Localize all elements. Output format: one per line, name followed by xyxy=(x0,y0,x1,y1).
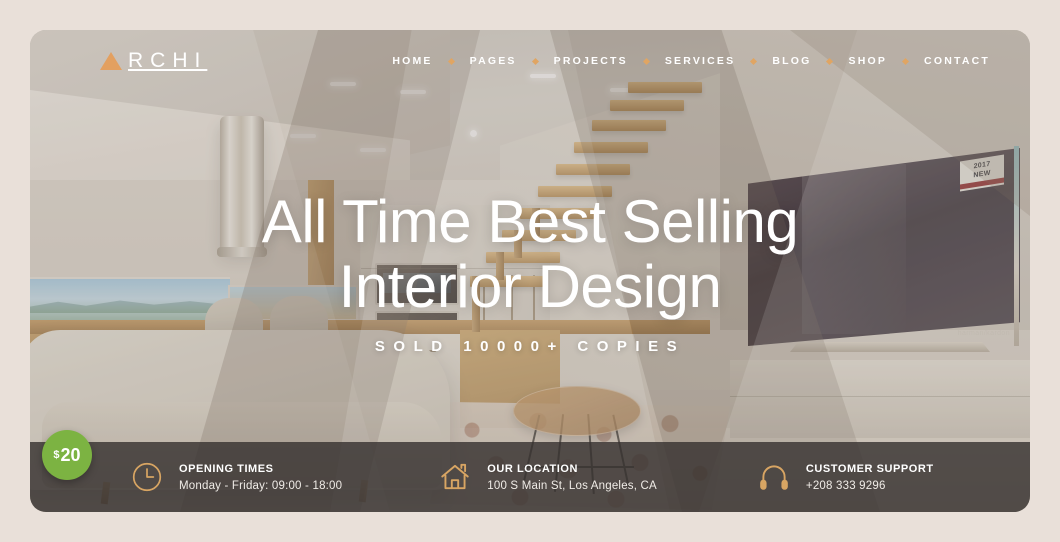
diamond-separator-icon xyxy=(447,57,455,65)
price-amount: 20 xyxy=(60,444,81,465)
ceiling-light xyxy=(290,134,316,138)
nav-item-blog[interactable]: BLOG xyxy=(772,55,811,67)
info-title-customer-support: CUSTOMER SUPPORT xyxy=(805,462,934,475)
info-bar: $20 OPENING TIMES Monday - Friday: 09:00… xyxy=(30,430,1030,512)
info-title-location: OUR LOCATION xyxy=(487,462,578,475)
hero-copy: All Time Best Selling Interior Design SO… xyxy=(30,188,1030,355)
hero-banner: 2017 NEW harman/kardon RCHI HOME PAGES P… xyxy=(30,30,1030,512)
hero-subtitle: SOLD 10000+ COPIES xyxy=(374,337,686,355)
info-text-opening-times: Monday - Friday: 09:00 - 18:00 xyxy=(179,479,343,492)
nav-item-home[interactable]: HOME xyxy=(392,55,432,67)
price-badge[interactable]: $20 xyxy=(42,430,92,480)
main-navigation: HOME PAGES PROJECTS SERVICES BLOG SHOP C… xyxy=(392,55,990,67)
headset-icon xyxy=(757,460,791,494)
home-icon xyxy=(438,460,472,494)
info-item-opening-times: OPENING TIMES Monday - Friday: 09:00 - 1… xyxy=(130,442,342,512)
hero-title-line-2: Interior Design xyxy=(338,252,722,320)
price-currency: $ xyxy=(53,449,60,461)
tv-sticker-year: 2017 xyxy=(973,160,991,171)
triangle-icon xyxy=(100,52,122,70)
nav-item-services[interactable]: SERVICES xyxy=(665,55,736,67)
diamond-separator-icon xyxy=(642,57,650,65)
nav-item-shop[interactable]: SHOP xyxy=(848,55,887,67)
media-console xyxy=(730,360,1030,438)
info-item-text-block: OUR LOCATION 100 S Main St, Los Angeles,… xyxy=(487,463,657,492)
hero-title: All Time Best Selling Interior Design xyxy=(30,188,1030,320)
info-item-text-block: CUSTOMER SUPPORT +208 333 9296 xyxy=(806,463,934,492)
coffee-table xyxy=(513,386,641,436)
nav-item-contact[interactable]: CONTACT xyxy=(924,55,990,67)
info-item-customer-support: CUSTOMER SUPPORT +208 333 9296 xyxy=(757,442,934,512)
nav-item-pages[interactable]: PAGES xyxy=(470,55,517,67)
info-text-customer-support: +208 333 9296 xyxy=(805,479,886,492)
info-item-location: OUR LOCATION 100 S Main St, Los Angeles,… xyxy=(438,442,657,512)
diamond-separator-icon xyxy=(750,57,758,65)
page-root: 2017 NEW harman/kardon RCHI HOME PAGES P… xyxy=(0,0,1060,542)
site-header: RCHI HOME PAGES PROJECTS SERVICES BLOG S… xyxy=(30,30,1030,92)
info-item-text-block: OPENING TIMES Monday - Friday: 09:00 - 1… xyxy=(179,463,342,492)
info-text-location: 100 S Main St, Los Angeles, CA xyxy=(487,479,657,492)
diamond-separator-icon xyxy=(902,57,910,65)
diamond-separator-icon xyxy=(531,57,539,65)
site-logo[interactable]: RCHI xyxy=(100,49,207,73)
ceiling-light xyxy=(360,148,386,152)
info-title-opening-times: OPENING TIMES xyxy=(179,462,274,475)
logo-text: RCHI xyxy=(128,49,208,72)
clock-icon xyxy=(130,460,164,494)
hero-title-line-1: All Time Best Selling xyxy=(261,188,799,255)
tv-sticker-label: NEW xyxy=(973,169,991,180)
diamond-separator-icon xyxy=(826,57,834,65)
nav-item-projects[interactable]: PROJECTS xyxy=(554,55,628,67)
